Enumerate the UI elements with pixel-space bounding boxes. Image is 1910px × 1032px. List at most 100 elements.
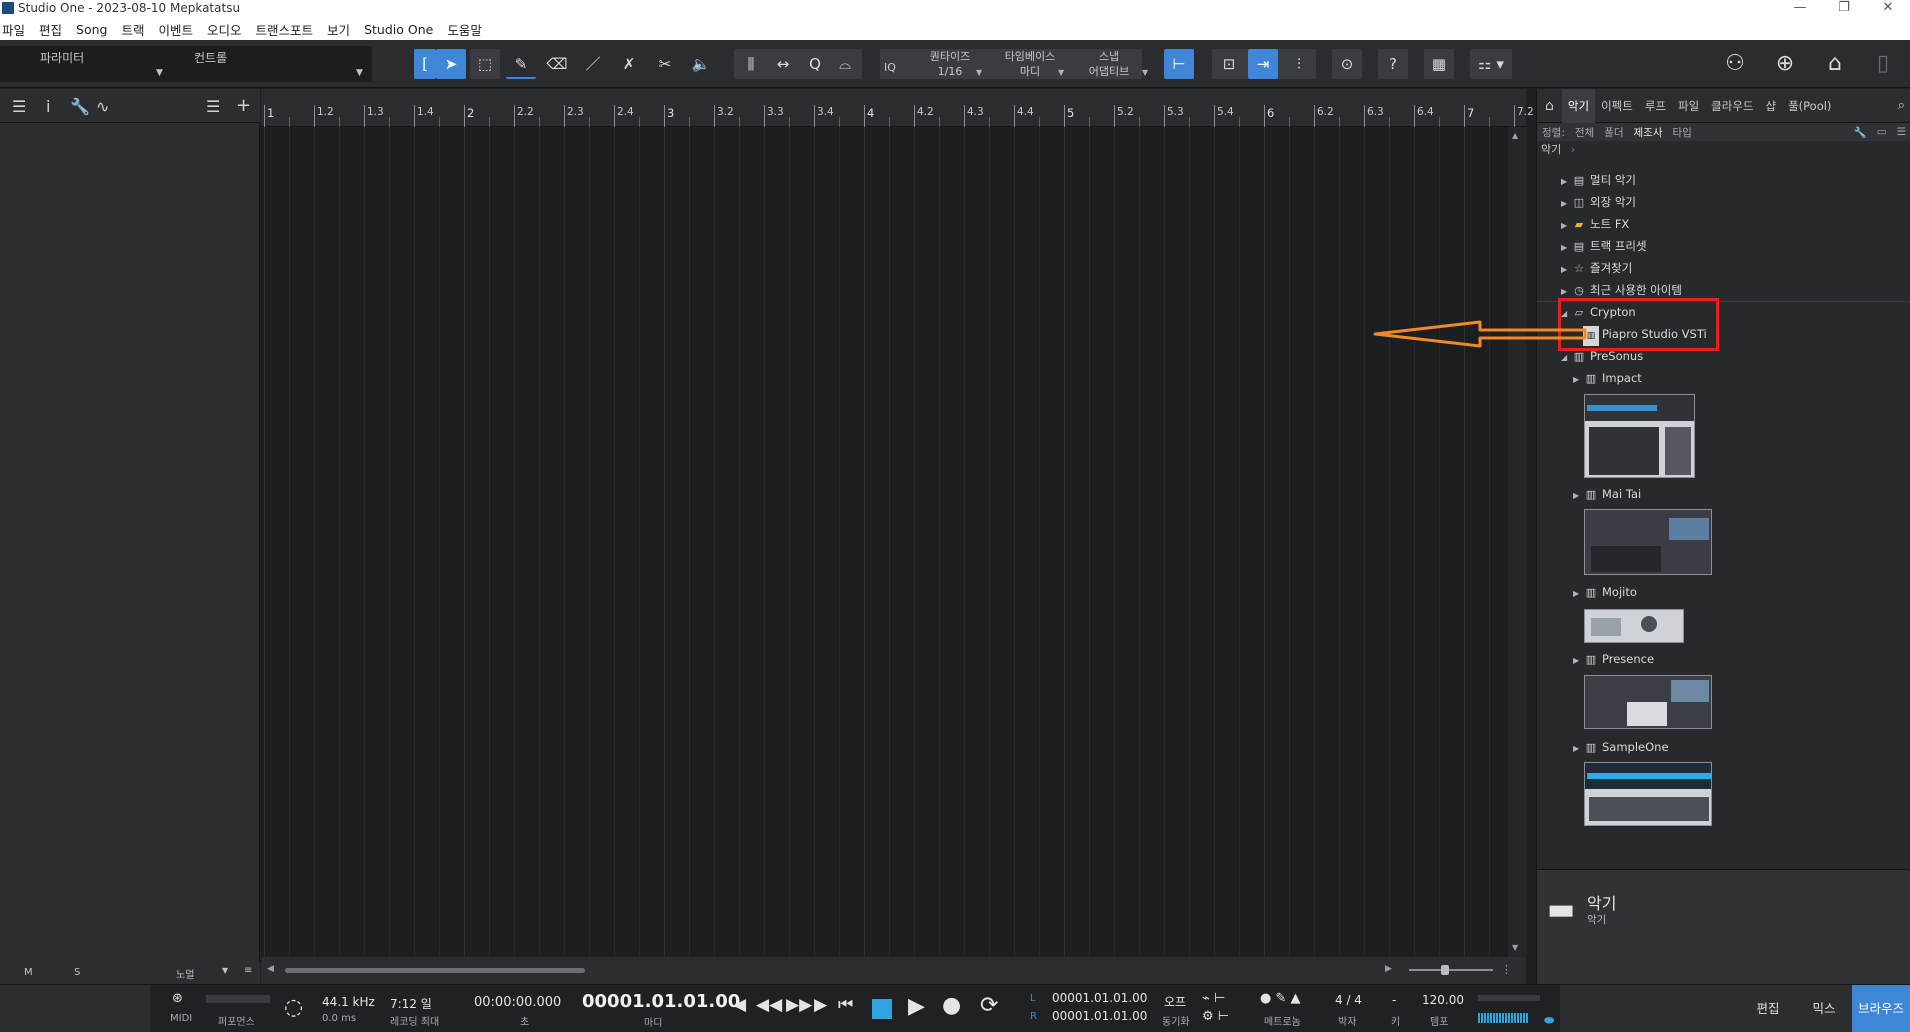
timeline-zoom-button[interactable]: ⊙ bbox=[1332, 49, 1362, 79]
expand-arrow-icon[interactable]: ▶ bbox=[1561, 260, 1571, 280]
expand-arrow-icon[interactable]: ▶ bbox=[1573, 739, 1583, 759]
time-position[interactable]: 00001.01.01.00 bbox=[582, 991, 740, 1012]
chevron-down-icon[interactable]: ▼ bbox=[222, 966, 228, 975]
timebase-select[interactable]: 마디 bbox=[996, 65, 1064, 79]
key-value[interactable]: - bbox=[1392, 993, 1396, 1007]
menu-help[interactable]: 도움말 bbox=[440, 20, 489, 39]
maximize-button[interactable]: ❐ bbox=[1822, 0, 1866, 18]
tree-item-impact[interactable]: ▶ ▥ Impact bbox=[1573, 368, 1642, 388]
loop-button[interactable]: ⟳ bbox=[980, 993, 998, 1018]
layout-button[interactable]: ⚏ ▾ bbox=[1470, 49, 1512, 79]
menu-audio[interactable]: 오디오 bbox=[200, 20, 249, 39]
expand-arrow-icon[interactable]: ▶ bbox=[1573, 486, 1583, 506]
loop-start[interactable]: 00001.01.01.00 bbox=[1052, 991, 1147, 1005]
forward-icon[interactable]: ▶ bbox=[814, 995, 827, 1015]
list-view-icon[interactable]: ☰ bbox=[1892, 126, 1910, 138]
paint-tool-button[interactable]: ／ bbox=[578, 49, 608, 79]
tab-shop[interactable]: 샵 bbox=[1759, 98, 1782, 114]
tab-cloud[interactable]: 클라우드 bbox=[1705, 98, 1759, 114]
menu-event[interactable]: 이벤트 bbox=[152, 20, 201, 39]
timeline-ruler[interactable]: 1 1.2 1.3 1.4 2 2.2 2.3 2.4 3 3.2 3.3 3.4 4 4.2 4.3 4.4… bbox=[261, 89, 1534, 127]
return-to-zero-icon[interactable]: ⏮ bbox=[838, 995, 853, 1015]
snap-select[interactable]: 어댑티브 bbox=[1078, 65, 1140, 79]
document-icon[interactable]: ▯ bbox=[1868, 50, 1898, 78]
mai-tai-thumbnail[interactable] bbox=[1584, 509, 1712, 575]
scroll-left-icon[interactable]: ◀ bbox=[267, 964, 274, 974]
track-menu-icon[interactable]: ☰ bbox=[206, 97, 220, 116]
add-track-icon[interactable]: + bbox=[236, 95, 251, 116]
tree-item-favorites[interactable]: ▶ ☆ 즐겨찾기 bbox=[1561, 258, 1632, 278]
tree-item-mojito[interactable]: ▶ ▥ Mojito bbox=[1573, 582, 1637, 602]
expand-arrow-icon[interactable]: ▶ bbox=[1561, 194, 1571, 214]
sort-all[interactable]: 전체 bbox=[1570, 125, 1599, 140]
expand-arrow-icon[interactable]: ▶ bbox=[1561, 216, 1571, 236]
search-icon[interactable]: ⌕ bbox=[1892, 98, 1910, 113]
tab-control[interactable]: 컨트롤 bbox=[194, 49, 227, 81]
menu-view[interactable]: 보기 bbox=[320, 20, 357, 39]
menu-transport[interactable]: 트랜스포트 bbox=[249, 20, 321, 39]
arrow-tool-button[interactable]: ➤ bbox=[436, 49, 466, 79]
scroll-up-icon[interactable]: ▲ bbox=[1512, 131, 1518, 140]
fast-rewind-icon[interactable]: ◀◀ bbox=[756, 995, 782, 1015]
automation-icon[interactable]: ∿ bbox=[96, 97, 109, 116]
scroll-right-icon[interactable]: ▶ bbox=[1385, 964, 1392, 974]
quantize-button[interactable]: Q bbox=[800, 49, 830, 79]
stretch-button[interactable]: ↔ bbox=[768, 49, 798, 79]
home-icon[interactable]: ⌂ bbox=[1820, 50, 1850, 78]
close-button[interactable]: ✕ bbox=[1866, 0, 1910, 18]
metronome-label[interactable]: 메트로놈 bbox=[1264, 1013, 1301, 1028]
groove-button[interactable]: ⌓ bbox=[830, 49, 860, 79]
autoscroll-button[interactable]: ⇥ bbox=[1248, 49, 1278, 79]
minimize-button[interactable]: — bbox=[1778, 0, 1822, 18]
user-icon[interactable]: ⚇ bbox=[1720, 50, 1750, 78]
tree-item-multi-instruments[interactable]: ▶ ▤ 멀티 악기 bbox=[1561, 170, 1636, 190]
sync-value[interactable]: 오프 bbox=[1164, 993, 1186, 1010]
browser-home-icon[interactable]: ⌂ bbox=[1537, 98, 1562, 114]
view-edit-button[interactable]: 편집 bbox=[1740, 985, 1796, 1032]
video-button[interactable]: ▦ bbox=[1424, 49, 1454, 79]
play-button[interactable]: ▶ bbox=[908, 994, 925, 1019]
tree-item-track-presets[interactable]: ▶ ▤ 트랙 프리셋 bbox=[1561, 236, 1647, 256]
quantize-select[interactable]: 1/16 bbox=[920, 65, 980, 79]
sampleone-thumbnail[interactable] bbox=[1584, 762, 1712, 826]
mute-all-button[interactable]: M bbox=[24, 967, 33, 978]
chevron-down-icon[interactable]: ▼ bbox=[1142, 68, 1148, 77]
wrench-icon[interactable]: 🔧 bbox=[1849, 126, 1872, 139]
cursor-follow-button[interactable]: ⫶ bbox=[1284, 49, 1314, 79]
chevron-right-icon[interactable]: › bbox=[1571, 143, 1575, 156]
monitor-toggle-icon[interactable]: ⬬ bbox=[1544, 1013, 1554, 1028]
sync-icon[interactable]: ⊕ bbox=[1770, 50, 1800, 78]
midi-label[interactable]: MIDI bbox=[170, 1013, 192, 1024]
expand-arrow-icon[interactable]: ▶ bbox=[1561, 172, 1571, 192]
master-volume[interactable] bbox=[1478, 1013, 1528, 1023]
tab-loops[interactable]: 루프 bbox=[1639, 98, 1672, 114]
impact-thumbnail[interactable] bbox=[1584, 394, 1695, 478]
tab-effects[interactable]: 이펙트 bbox=[1595, 98, 1639, 114]
tree-item-presence[interactable]: ▶ ▥ Presence bbox=[1573, 649, 1654, 669]
chevron-down-icon[interactable]: ▼ bbox=[156, 68, 163, 78]
expand-arrow-icon[interactable]: ▶ bbox=[1573, 584, 1583, 604]
vertical-scrollbar[interactable]: ▲ ▼ bbox=[1508, 127, 1526, 957]
breadcrumb-root[interactable]: 악기 bbox=[1541, 143, 1561, 156]
rewind-icon[interactable]: ◀ bbox=[733, 995, 746, 1015]
chevron-down-icon[interactable]: ▼ bbox=[976, 68, 982, 77]
sort-vendor[interactable]: 제조사 bbox=[1629, 125, 1668, 140]
listen-tool-button[interactable]: 🔈 bbox=[686, 49, 716, 79]
snap-toggle-button[interactable]: ⊢ bbox=[1164, 49, 1194, 79]
solo-all-button[interactable]: S bbox=[74, 967, 80, 978]
range-bracket-tool-button[interactable]: [ bbox=[414, 49, 436, 79]
time-signature[interactable]: 4 / 4 bbox=[1335, 993, 1362, 1007]
split-tool-button[interactable]: ✂ bbox=[650, 49, 680, 79]
eraser-tool-button[interactable]: ⌫ bbox=[542, 49, 572, 79]
list-icon[interactable]: ☰ bbox=[12, 97, 26, 116]
tree-item-recent[interactable]: ▶ ◷ 최근 사용한 아이템 bbox=[1561, 280, 1682, 300]
menu-track[interactable]: 트랙 bbox=[114, 20, 151, 39]
expand-arrow-icon[interactable]: ▶ bbox=[1561, 238, 1571, 258]
range-tool-button[interactable]: ⬚ bbox=[470, 49, 500, 79]
time-seconds[interactable]: 00:00:00.000 bbox=[474, 995, 561, 1010]
menu-edit[interactable]: 편집 bbox=[32, 20, 69, 39]
metronome-icons[interactable]: ● ✎ ▲ bbox=[1260, 991, 1301, 1006]
wrench-icon[interactable]: 🔧 bbox=[70, 97, 90, 116]
expand-arrow-icon[interactable]: ▶ bbox=[1573, 651, 1583, 671]
tab-instruments[interactable]: 악기 bbox=[1561, 88, 1596, 123]
